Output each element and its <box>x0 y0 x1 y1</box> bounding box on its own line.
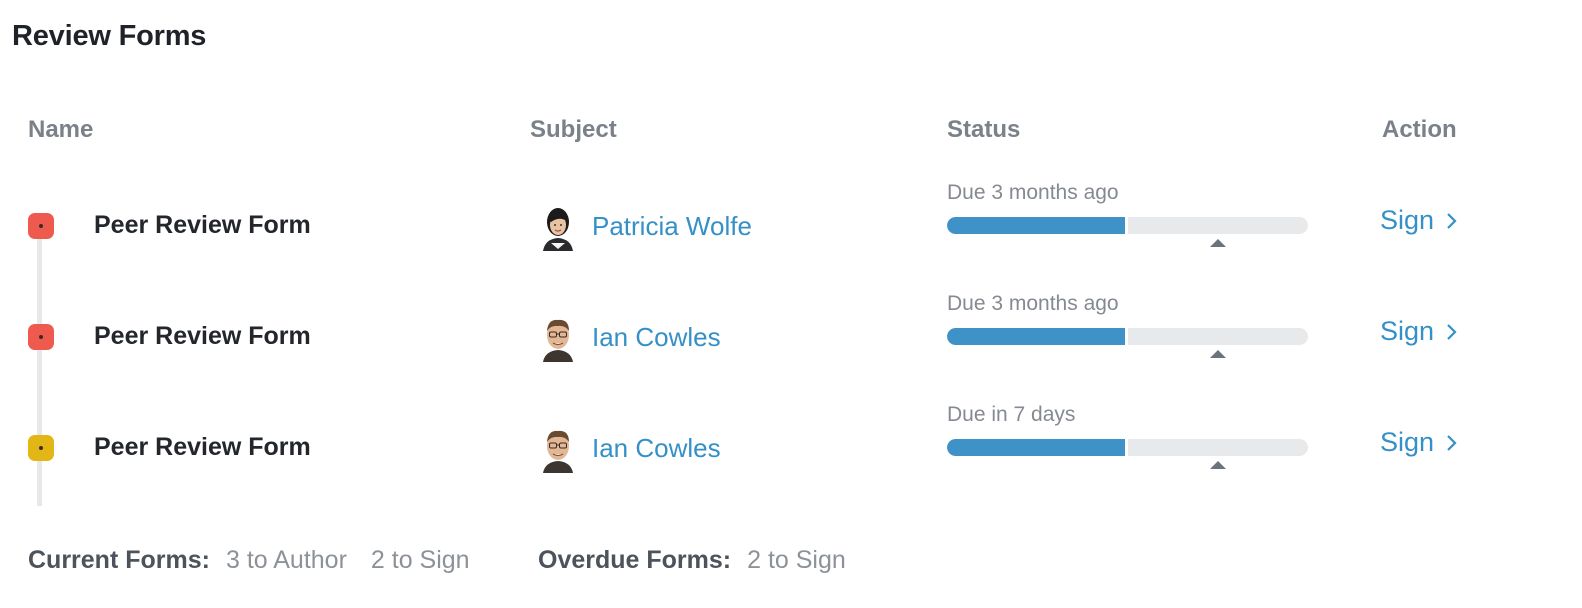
avatar-ian-cowles <box>537 425 579 473</box>
form-name[interactable]: Peer Review Form <box>94 433 311 462</box>
sign-button[interactable]: Sign <box>1380 316 1458 347</box>
form-name[interactable]: Peer Review Form <box>94 322 311 351</box>
subject-link[interactable]: Patricia Wolfe <box>592 211 752 242</box>
subject-link[interactable]: Ian Cowles <box>592 433 721 464</box>
progress-bar <box>947 217 1308 234</box>
status-dot-overdue <box>28 324 54 350</box>
column-header-subject: Subject <box>530 116 617 143</box>
chevron-right-icon <box>1447 323 1457 340</box>
sign-label: Sign <box>1380 316 1435 346</box>
avatar-patricia-wolfe <box>537 203 579 251</box>
due-date-text: Due 3 months ago <box>947 292 1119 315</box>
form-name[interactable]: Peer Review Form <box>94 211 311 240</box>
column-header-status: Status <box>947 116 1021 143</box>
progress-fill <box>947 328 1128 345</box>
progress-fill <box>947 439 1128 456</box>
avatar-ian-cowles <box>537 314 579 362</box>
subject-link[interactable]: Ian Cowles <box>592 322 721 353</box>
table-row: Peer Review Form Patricia Wolfe Due 3 mo… <box>0 181 1582 309</box>
column-header-action: Action <box>1382 116 1457 143</box>
sign-button[interactable]: Sign <box>1380 427 1458 458</box>
woman-portrait-icon <box>543 208 573 251</box>
table-row: Peer Review Form Ian Cowles Due in 7 day… <box>0 403 1582 531</box>
overdue-forms-summary: Overdue Forms: 2 to Sign <box>538 546 870 575</box>
column-header-name: Name <box>28 116 94 143</box>
sign-button[interactable]: Sign <box>1380 205 1458 236</box>
review-forms-page: Review Forms Name Subject Status Action … <box>0 0 1582 608</box>
progress-bar <box>947 328 1308 345</box>
progress-marker-icon <box>1209 350 1226 358</box>
progress-marker-icon <box>1209 239 1226 247</box>
chevron-right-icon <box>1447 434 1457 451</box>
status-dot-upcoming <box>28 435 54 461</box>
to-sign-count[interactable]: 2 to Sign <box>371 546 470 575</box>
overdue-forms-label: Overdue Forms: <box>538 546 732 574</box>
table-row: Peer Review Form Ian Cowles Due 3 months… <box>0 292 1582 420</box>
status-dot-overdue <box>28 213 54 239</box>
sign-label: Sign <box>1380 205 1435 235</box>
page-title: Review Forms <box>12 20 207 52</box>
chevron-right-icon <box>1447 212 1457 229</box>
due-date-text: Due 3 months ago <box>947 181 1119 204</box>
man-portrait-icon <box>543 430 573 473</box>
progress-marker-icon <box>1209 461 1226 469</box>
man-portrait-icon <box>543 319 573 362</box>
current-forms-label: Current Forms: <box>28 546 210 574</box>
sign-label: Sign <box>1380 427 1435 457</box>
to-author-count[interactable]: 3 to Author <box>226 546 347 575</box>
progress-bar <box>947 439 1308 456</box>
due-date-text: Due in 7 days <box>947 403 1076 426</box>
overdue-to-sign-count[interactable]: 2 to Sign <box>747 546 846 575</box>
current-forms-summary: Current Forms: 3 to Author 2 to Sign <box>28 546 494 575</box>
progress-fill <box>947 217 1128 234</box>
